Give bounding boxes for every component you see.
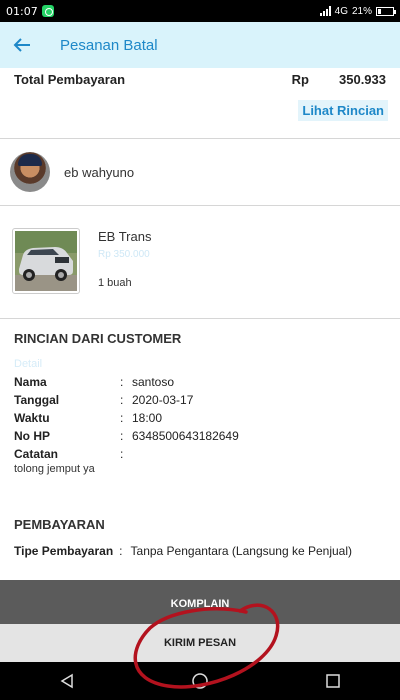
page-title: Pesanan Batal xyxy=(60,36,158,54)
nav-recents-icon[interactable] xyxy=(313,666,353,696)
product-name: EB Trans xyxy=(98,229,152,244)
total-payment-row: Total Pembayaran Rp 350.933 xyxy=(14,72,386,87)
network-type: 4G xyxy=(334,5,348,17)
app-bar: Pesanan Batal xyxy=(0,22,400,68)
info-label: Catatan xyxy=(14,447,59,461)
divider xyxy=(0,205,400,206)
detail-link[interactable]: Detail xyxy=(14,358,42,370)
divider xyxy=(0,318,400,319)
info-row-notes: Catatan : xyxy=(14,447,124,461)
info-label: Waktu xyxy=(14,411,50,425)
status-indicators: 4G 21% xyxy=(319,5,396,17)
info-value: 18:00 xyxy=(132,411,163,425)
system-nav-bar xyxy=(0,662,400,700)
seller-name: eb wahyuno xyxy=(64,164,135,180)
divider xyxy=(0,138,400,139)
arrow-left-icon[interactable] xyxy=(0,22,44,68)
avatar xyxy=(10,152,50,192)
product-item[interactable]: EB Trans Rp 350.000 1 buah xyxy=(12,228,151,294)
battery-percent: 21% xyxy=(351,5,372,17)
info-value: 6348500643182649 xyxy=(132,429,239,443)
nav-home-icon[interactable] xyxy=(180,666,220,696)
payment-type-label: Tipe Pembayaran xyxy=(14,544,114,558)
info-row-phone: No HP : 6348500643182649 xyxy=(14,429,239,443)
customer-note: tolong jemput ya xyxy=(14,463,95,475)
battery-icon xyxy=(376,6,396,16)
info-label: No HP xyxy=(14,429,50,443)
info-row-time: Waktu : 18:00 xyxy=(14,411,163,425)
total-amount: 350.933 xyxy=(339,72,386,87)
status-bar: 01:07 4G 21% xyxy=(0,0,400,22)
product-thumbnail xyxy=(12,228,80,294)
info-row-name: Nama : santoso xyxy=(14,375,175,389)
info-row-date: Tanggal : 2020-03-17 xyxy=(14,393,194,407)
view-details-button[interactable]: Lihat Rincian xyxy=(298,100,388,121)
product-price: Rp 350.000 xyxy=(98,249,150,260)
info-label: Nama xyxy=(14,375,47,389)
payment-type-row: Tipe Pembayaran : Tanpa Pengantara (Lang… xyxy=(14,544,353,558)
info-value: santoso xyxy=(132,375,175,389)
total-currency: Rp xyxy=(291,72,309,87)
signal-icon xyxy=(319,6,331,16)
whatsapp-notification-icon xyxy=(41,5,54,17)
payment-title: PEMBAYARAN xyxy=(14,517,105,532)
status-time: 01:07 xyxy=(6,4,38,18)
customer-details-title: RINCIAN DARI CUSTOMER xyxy=(14,331,182,346)
payment-type-value: Tanpa Pengantara (Langsung ke Penjual) xyxy=(130,544,353,558)
complain-button[interactable]: KOMPLAIN xyxy=(0,580,400,624)
total-payment-label: Total Pembayaran xyxy=(14,72,126,87)
send-message-button[interactable]: KIRIM PESAN xyxy=(0,624,400,662)
info-label: Tanggal xyxy=(14,393,60,407)
info-value: 2020-03-17 xyxy=(132,393,194,407)
product-quantity: 1 buah xyxy=(98,277,132,289)
nav-back-icon[interactable] xyxy=(47,666,87,696)
seller-row[interactable]: eb wahyuno xyxy=(10,152,134,192)
